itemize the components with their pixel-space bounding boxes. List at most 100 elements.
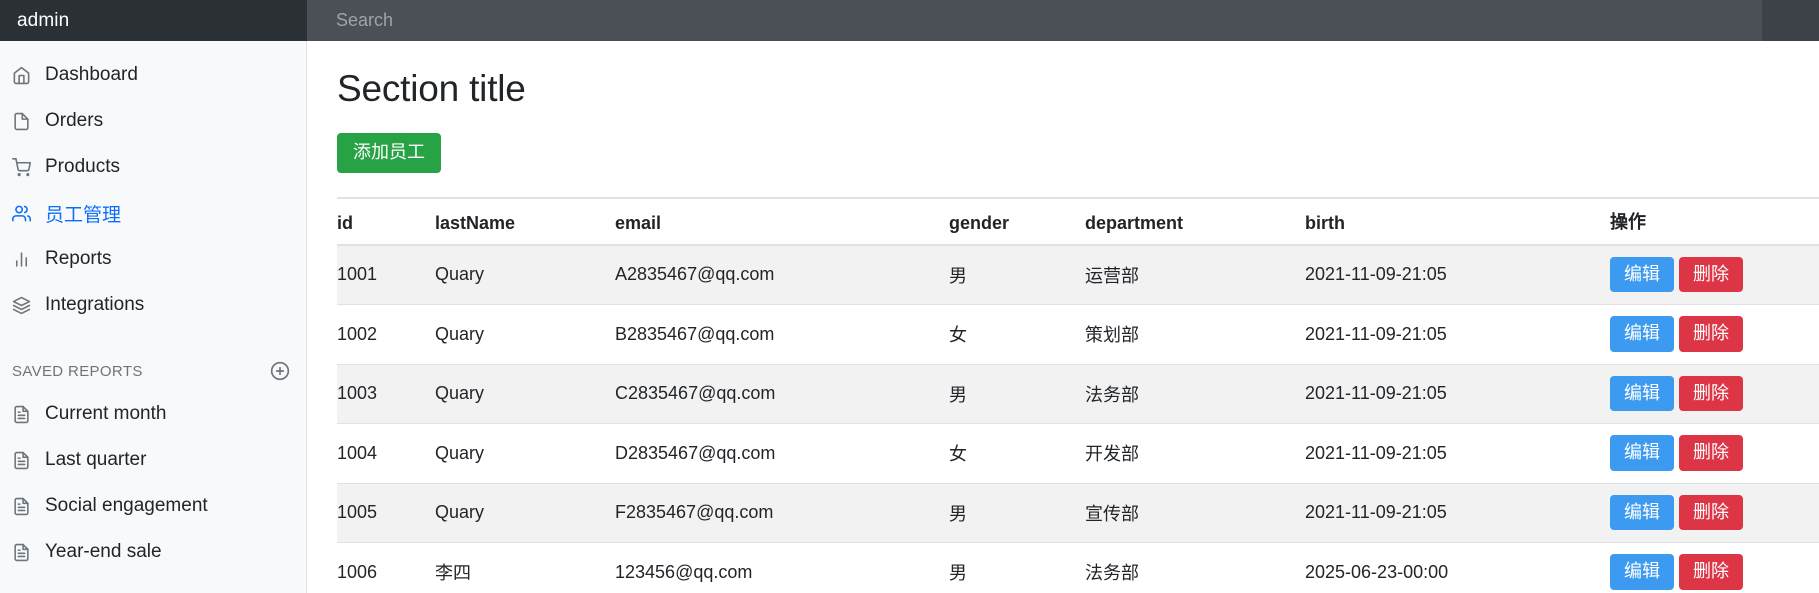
edit-button[interactable]: 编辑 [1610, 316, 1674, 352]
saved-report-label: Current month [45, 403, 166, 425]
cell-gender: 男 [949, 245, 1085, 305]
cell-lastname: Quary [435, 305, 615, 365]
delete-button[interactable]: 删除 [1679, 257, 1743, 293]
cell-gender: 男 [949, 543, 1085, 593]
cell-department: 法务部 [1085, 364, 1305, 424]
cell-gender: 男 [949, 483, 1085, 543]
cell-lastname: 李四 [435, 543, 615, 593]
table-row: 1006 李四 123456@qq.com 男 法务部 2025-06-23-0… [337, 543, 1819, 593]
file-text-icon [12, 543, 31, 562]
sidebar-item-label: Reports [45, 248, 112, 270]
users-icon [12, 204, 31, 223]
saved-report-label: Last quarter [45, 449, 146, 471]
table-row: 1005 Quary F2835467@qq.com 男 宣传部 2021-11… [337, 483, 1819, 543]
table-body: 1001 Quary A2835467@qq.com 男 运营部 2021-11… [337, 245, 1819, 593]
plus-circle-icon[interactable] [270, 361, 290, 381]
delete-button[interactable]: 删除 [1679, 376, 1743, 412]
cell-birth: 2021-11-09-21:05 [1305, 483, 1610, 543]
admin-page: admin Dashboard Orders Produc [0, 0, 1819, 593]
top-navbar: admin [0, 0, 1819, 41]
sidebar-item-label: Products [45, 156, 120, 178]
cell-operations: 编辑删除 [1610, 424, 1819, 484]
column-header-email: email [615, 198, 949, 245]
sidebar-item-products[interactable]: Products [0, 144, 306, 190]
cell-department: 运营部 [1085, 245, 1305, 305]
saved-report-social-engagement[interactable]: Social engagement [0, 483, 306, 529]
layers-icon [12, 296, 31, 315]
employee-table-wrapper: id lastName email gender department birt… [337, 197, 1819, 593]
cell-email: A2835467@qq.com [615, 245, 949, 305]
sidebar-nav: Dashboard Orders Products 员工管理 [0, 52, 306, 328]
cell-birth: 2021-11-09-21:05 [1305, 305, 1610, 365]
cell-id: 1003 [337, 364, 435, 424]
cell-lastname: Quary [435, 483, 615, 543]
saved-reports-nav: Current month Last quarter Social engage… [0, 391, 306, 575]
edit-button[interactable]: 编辑 [1610, 495, 1674, 531]
edit-button[interactable]: 编辑 [1610, 257, 1674, 293]
column-header-department: department [1085, 198, 1305, 245]
cell-gender: 女 [949, 424, 1085, 484]
cell-operations: 编辑删除 [1610, 483, 1819, 543]
saved-report-label: Year-end sale [45, 541, 162, 563]
sidebar-item-reports[interactable]: Reports [0, 236, 306, 282]
saved-report-current-month[interactable]: Current month [0, 391, 306, 437]
sidebar-item-dashboard[interactable]: Dashboard [0, 52, 306, 98]
saved-report-label: Social engagement [45, 495, 208, 517]
cell-gender: 男 [949, 364, 1085, 424]
cell-department: 宣传部 [1085, 483, 1305, 543]
cell-email: B2835467@qq.com [615, 305, 949, 365]
edit-button[interactable]: 编辑 [1610, 376, 1674, 412]
table-row: 1001 Quary A2835467@qq.com 男 运营部 2021-11… [337, 245, 1819, 305]
cell-email: F2835467@qq.com [615, 483, 949, 543]
cell-id: 1006 [337, 543, 435, 593]
search-input[interactable] [307, 0, 1762, 41]
file-text-icon [12, 497, 31, 516]
employee-table: id lastName email gender department birt… [337, 197, 1819, 593]
table-header-row: id lastName email gender department birt… [337, 198, 1819, 245]
column-header-operations: 操作 [1610, 198, 1819, 245]
delete-button[interactable]: 删除 [1679, 554, 1743, 590]
cell-lastname: Quary [435, 245, 615, 305]
column-header-gender: gender [949, 198, 1085, 245]
cell-birth: 2021-11-09-21:05 [1305, 364, 1610, 424]
home-icon [12, 66, 31, 85]
navbar-right-spacer [1762, 0, 1819, 41]
cell-department: 开发部 [1085, 424, 1305, 484]
bar-chart-icon [12, 250, 31, 269]
page-title: Section title [337, 67, 1819, 111]
sidebar-item-orders[interactable]: Orders [0, 98, 306, 144]
saved-report-year-end-sale[interactable]: Year-end sale [0, 529, 306, 575]
brand-link[interactable]: admin [0, 0, 307, 41]
main-content: Section title 添加员工 id lastName email gen… [308, 41, 1819, 593]
sidebar-item-integrations[interactable]: Integrations [0, 282, 306, 328]
cell-gender: 女 [949, 305, 1085, 365]
file-text-icon [12, 405, 31, 424]
table-row: 1003 Quary C2835467@qq.com 男 法务部 2021-11… [337, 364, 1819, 424]
cell-department: 法务部 [1085, 543, 1305, 593]
cell-operations: 编辑删除 [1610, 245, 1819, 305]
file-text-icon [12, 451, 31, 470]
edit-button[interactable]: 编辑 [1610, 554, 1674, 590]
cell-id: 1004 [337, 424, 435, 484]
cell-birth: 2025-06-23-00:00 [1305, 543, 1610, 593]
column-header-lastname: lastName [435, 198, 615, 245]
cell-birth: 2021-11-09-21:05 [1305, 424, 1610, 484]
cell-id: 1002 [337, 305, 435, 365]
saved-report-last-quarter[interactable]: Last quarter [0, 437, 306, 483]
sidebar: Dashboard Orders Products 员工管理 [0, 41, 307, 593]
cell-birth: 2021-11-09-21:05 [1305, 245, 1610, 305]
cell-lastname: Quary [435, 424, 615, 484]
delete-button[interactable]: 删除 [1679, 316, 1743, 352]
cell-id: 1005 [337, 483, 435, 543]
sidebar-item-label: Dashboard [45, 64, 138, 86]
saved-reports-heading: SAVED REPORTS [0, 351, 306, 391]
cell-operations: 编辑删除 [1610, 305, 1819, 365]
cart-icon [12, 158, 31, 177]
delete-button[interactable]: 删除 [1679, 495, 1743, 531]
add-employee-button[interactable]: 添加员工 [337, 133, 441, 173]
edit-button[interactable]: 编辑 [1610, 435, 1674, 471]
delete-button[interactable]: 删除 [1679, 435, 1743, 471]
sidebar-item-employee-management[interactable]: 员工管理 [0, 190, 306, 236]
cell-id: 1001 [337, 245, 435, 305]
table-row: 1004 Quary D2835467@qq.com 女 开发部 2021-11… [337, 424, 1819, 484]
